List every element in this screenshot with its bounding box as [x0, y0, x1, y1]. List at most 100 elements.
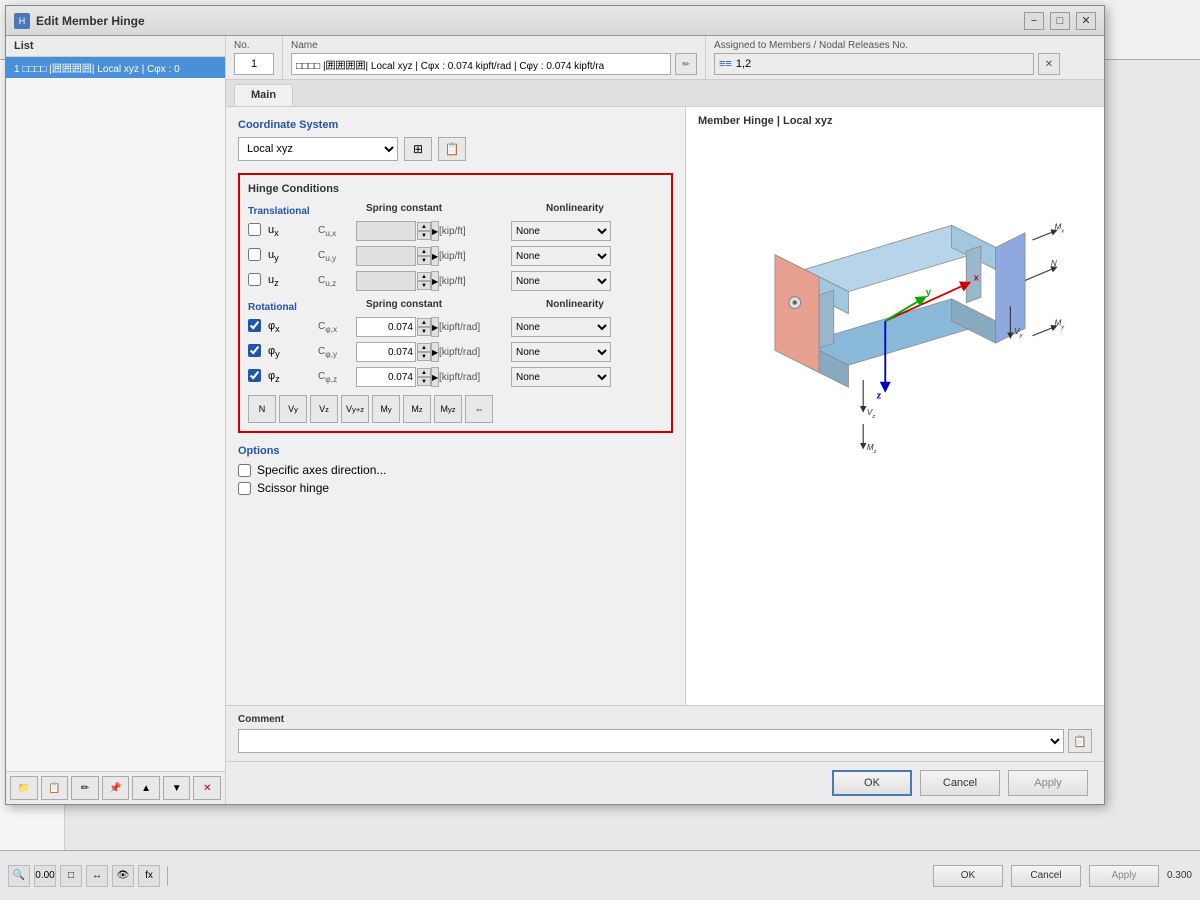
coordinate-system-row: Local xyz Global XYZ ⊞ 📋	[238, 137, 673, 161]
phiz-spin-up[interactable]: ▲	[417, 368, 431, 377]
dialog-icon-symbol: H	[19, 16, 26, 26]
uz-nonlinearity-dropdown[interactable]: None	[511, 271, 611, 291]
list-item[interactable]: 1 □□□□ |囲囲囲囲| Local xyz | Cφx : 0	[6, 57, 225, 78]
no-input[interactable]	[234, 53, 274, 75]
uz-spin-down[interactable]: ▼	[417, 281, 431, 290]
uy-spin-down[interactable]: ▼	[417, 256, 431, 265]
bottom-tb-icon-5[interactable]: 👁	[112, 865, 134, 887]
list-btn-pin[interactable]: 📌	[102, 776, 130, 800]
bottom-tb-icon-6[interactable]: fx	[138, 865, 160, 887]
list-btn-copy[interactable]: 📋	[41, 776, 69, 800]
quick-btn-all[interactable]: ⇔	[465, 395, 493, 423]
list-btn-down[interactable]: ▼	[163, 776, 191, 800]
list-btn-up[interactable]: ▲	[132, 776, 160, 800]
bottom-tb-icon-4[interactable]: ↔	[86, 865, 108, 887]
tab-bar: Main	[226, 80, 1104, 107]
scissor-hinge-checkbox[interactable]	[238, 482, 251, 495]
quick-btn-Mz[interactable]: Mz	[403, 395, 431, 423]
list-bottom-buttons: 📁 📋 ✏ 📌 ▲ ▼ ✕	[6, 771, 225, 804]
ok-button[interactable]: OK	[832, 770, 912, 796]
phiy-arrow-btn[interactable]: ▶	[431, 342, 439, 362]
uy-spin-up[interactable]: ▲	[417, 247, 431, 256]
specific-axes-checkbox[interactable]	[238, 464, 251, 477]
phiz-nonlinearity-dropdown[interactable]: None	[511, 367, 611, 387]
unit-col-header	[446, 203, 546, 217]
maximize-button[interactable]: □	[1050, 12, 1070, 30]
phix-spring-input[interactable]	[356, 317, 416, 337]
bottom-tb-icon-1[interactable]: 🔍	[8, 865, 30, 887]
uz-arrow-btn[interactable]: ▶	[431, 271, 439, 291]
ux-spin-up[interactable]: ▲	[417, 222, 431, 231]
uz-spring-input	[356, 271, 416, 291]
quick-btn-Vz[interactable]: Vz	[310, 395, 338, 423]
uy-spring-input	[356, 246, 416, 266]
uy-checkbox[interactable]	[248, 248, 261, 261]
list-btn-delete[interactable]: ✕	[193, 776, 221, 800]
uy-nonlinearity-dropdown[interactable]: None	[511, 246, 611, 266]
ux-arrow-btn[interactable]: ▶	[431, 221, 439, 241]
ux-nonlinearity-dropdown[interactable]: None	[511, 221, 611, 241]
assigned-numbers: 1,2	[736, 58, 751, 70]
phix-label: φx	[268, 320, 280, 332]
uz-spin-up[interactable]: ▲	[417, 272, 431, 281]
content-split: Coordinate System Local xyz Global XYZ ⊞…	[226, 107, 1104, 705]
comment-dropdown[interactable]	[238, 729, 1064, 753]
bottom-tb-icon-2[interactable]: 0.00	[34, 865, 56, 887]
phiy-spin-up[interactable]: ▲	[417, 343, 431, 352]
coordinate-system-dropdown[interactable]: Local xyz Global XYZ	[238, 137, 398, 161]
phiy-spin-down[interactable]: ▼	[417, 352, 431, 361]
bottom-cancel-button[interactable]: Cancel	[1011, 865, 1081, 887]
tab-main[interactable]: Main	[234, 84, 293, 106]
translational-label: Translational	[248, 206, 310, 217]
bottom-ok-button[interactable]: OK	[933, 865, 1003, 887]
uz-checkbox[interactable]	[248, 273, 261, 286]
name-edit-button[interactable]: ✏	[675, 53, 697, 75]
phiz-spring-input[interactable]	[356, 367, 416, 387]
quick-btn-N[interactable]: N	[248, 395, 276, 423]
phiy-nonlinearity-dropdown[interactable]: None	[511, 342, 611, 362]
ux-spin-down[interactable]: ▼	[417, 231, 431, 240]
minimize-button[interactable]: −	[1024, 12, 1044, 30]
phiy-spring-input[interactable]	[356, 342, 416, 362]
name-input[interactable]	[291, 53, 671, 75]
coord-paste-button[interactable]: 📋	[438, 137, 466, 161]
list-btn-folder[interactable]: 📁	[10, 776, 38, 800]
cancel-button[interactable]: Cancel	[920, 770, 1000, 796]
ux-checkbox[interactable]	[248, 223, 261, 236]
quick-btn-Vy[interactable]: Vy	[279, 395, 307, 423]
coordinate-system-section: Coordinate System Local xyz Global XYZ ⊞…	[238, 119, 673, 161]
coord-copy-button[interactable]: ⊞	[404, 137, 432, 161]
bottom-apply-button[interactable]: Apply	[1089, 865, 1159, 887]
quick-btn-My[interactable]: My	[372, 395, 400, 423]
phix-spin-up[interactable]: ▲	[417, 318, 431, 327]
x-axis-label: x	[974, 273, 980, 284]
phiy-label: φy	[268, 345, 280, 357]
list-panel: List 1 □□□□ |囲囲囲囲| Local xyz | Cφx : 0 📁…	[6, 36, 226, 804]
phix-spin-down[interactable]: ▼	[417, 327, 431, 336]
phiz-arrow-btn[interactable]: ▶	[431, 367, 439, 387]
beam-3d-illustration: x y z N Mx My	[716, 137, 1084, 468]
comment-copy-button[interactable]: 📋	[1068, 729, 1092, 753]
phiz-spin-down[interactable]: ▼	[417, 377, 431, 386]
close-button[interactable]: ✕	[1076, 12, 1096, 30]
phix-checkbox[interactable]	[248, 319, 261, 332]
assigned-clear-button[interactable]: ✕	[1038, 53, 1060, 75]
assigned-section: Assigned to Members / Nodal Releases No.…	[706, 36, 1104, 79]
phix-nonlinearity-dropdown[interactable]: None	[511, 317, 611, 337]
list-btn-edit[interactable]: ✏	[71, 776, 99, 800]
phiz-unit-label: [kipft/rad]	[439, 372, 511, 383]
uy-arrow-btn[interactable]: ▶	[431, 246, 439, 266]
phiz-checkbox[interactable]	[248, 369, 261, 382]
assigned-value: ≡≡ 1,2	[714, 53, 1034, 75]
phix-arrow-btn[interactable]: ▶	[431, 317, 439, 337]
uz-row: uz Cu,z ▲ ▼ ▶ [kip/	[248, 271, 663, 291]
ux-spring-label: Cu,x	[318, 225, 336, 236]
phiy-checkbox[interactable]	[248, 344, 261, 357]
bottom-tb-icon-3[interactable]: □	[60, 865, 82, 887]
quick-btn-VyVz[interactable]: Vy+z	[341, 395, 369, 423]
ux-label: ux	[268, 224, 279, 236]
ux-row: ux Cu,x ▲ ▼ ▶ [kip/	[248, 221, 663, 241]
quick-btn-Myz[interactable]: Myz	[434, 395, 462, 423]
scissor-hinge-row: Scissor hinge	[238, 481, 673, 495]
apply-button[interactable]: Apply	[1008, 770, 1088, 796]
